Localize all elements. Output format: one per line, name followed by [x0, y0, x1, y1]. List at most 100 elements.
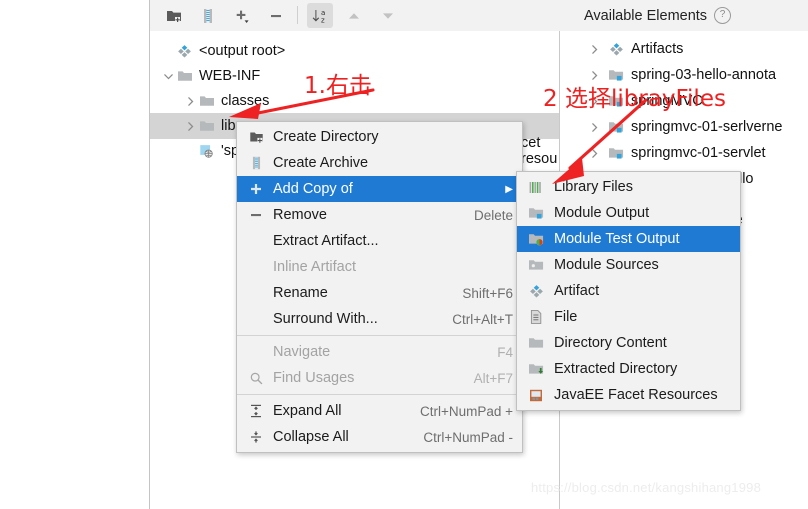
menu-item-find-usages: Find Usages Alt+F7	[237, 365, 522, 391]
avail-row-artifacts[interactable]: Artifacts	[560, 36, 808, 62]
menu-item-label: Inline Artifact	[273, 259, 357, 275]
avail-row-springmvc-01-servlet[interactable]: springmvc-01-servlet	[560, 140, 808, 166]
menu-item-accel: Ctrl+NumPad +	[419, 403, 513, 419]
tree-label: Artifacts	[631, 41, 684, 57]
help-icon[interactable]: ?	[714, 7, 732, 24]
tree-label: lib	[221, 118, 236, 134]
collapse-all-icon	[246, 429, 266, 445]
submenu-item-label: Module Sources	[554, 257, 659, 273]
menu-item-extract-artifact[interactable]: Extract Artifact...	[237, 228, 522, 254]
folder-icon	[176, 68, 193, 85]
menu-item-add-copy-of[interactable]: Add Copy of ▶	[237, 176, 522, 202]
chevron-right-icon[interactable]	[586, 145, 602, 161]
submenu-item-label: Library Files	[554, 179, 633, 195]
annotation-step-1: 1.右击	[304, 73, 372, 99]
menu-item-label: Find Usages	[273, 370, 355, 386]
module-sources-icon	[526, 258, 546, 273]
extracted-directory-icon	[526, 362, 546, 377]
submenu-item-label: Extracted Directory	[554, 361, 678, 377]
menu-separator	[237, 394, 522, 395]
menu-item-accel: Delete	[473, 207, 513, 223]
menu-item-label: Navigate	[273, 344, 331, 360]
artifact-icon	[526, 284, 546, 299]
menu-item-accel: Ctrl+Alt+T	[452, 311, 513, 327]
no-arrow-placeholder	[182, 143, 198, 159]
submenu-item-file[interactable]: File	[517, 304, 740, 330]
menu-item-label: Create Archive	[273, 155, 369, 171]
create-archive-icon[interactable]	[195, 3, 221, 28]
tree-label: WEB-INF	[199, 68, 261, 84]
menu-item-label: Expand All	[273, 403, 342, 419]
tree-label: springmvc-01-servlet	[631, 145, 766, 161]
annotation-step-2: 2 选择librayFiles	[543, 86, 726, 112]
submenu-item-javaee-facet-resources[interactable]: JavaEE Facet Resources	[517, 382, 740, 408]
submenu-item-label: Module Output	[554, 205, 650, 221]
menu-item-accel: Ctrl+NumPad -	[423, 429, 513, 445]
menu-item-accel: Shift+F6	[462, 285, 513, 301]
chevron-right-icon[interactable]	[586, 119, 602, 135]
expand-all-icon	[246, 403, 266, 419]
available-elements-title: Available Elements	[584, 7, 708, 24]
tree-label: springmvc-01-serlverne	[631, 119, 783, 135]
available-elements-header: Available Elements ?	[560, 0, 808, 31]
menu-item-expand-all[interactable]: Expand All Ctrl+NumPad +	[237, 398, 522, 424]
submenu-item-library-files[interactable]: Library Files	[517, 174, 740, 200]
menu-item-rename[interactable]: Rename Shift+F6	[237, 280, 522, 306]
plus-icon	[246, 181, 266, 197]
submenu-item-label: JavaEE Facet Resources	[554, 387, 718, 403]
toolbar-separator	[297, 6, 298, 24]
chevron-right-icon[interactable]	[182, 93, 198, 109]
submenu-item-module-sources[interactable]: Module Sources	[517, 252, 740, 278]
add-copy-of-submenu: Library Files Module Output Module Test …	[516, 171, 741, 411]
menu-item-remove[interactable]: Remove Delete	[237, 202, 522, 228]
menu-item-label: Extract Artifact...	[273, 233, 379, 249]
menu-separator	[237, 335, 522, 336]
context-menu: Create Directory Create Archive Add Copy…	[236, 121, 523, 453]
create-directory-icon	[246, 129, 266, 145]
submenu-item-extracted-directory[interactable]: Extracted Directory	[517, 356, 740, 382]
no-arrow-placeholder	[160, 43, 176, 59]
module-output-icon	[608, 145, 625, 162]
submenu-item-artifact[interactable]: Artifact	[517, 278, 740, 304]
chevron-down-icon[interactable]	[160, 68, 176, 84]
submenu-item-label: Module Test Output	[554, 231, 680, 247]
submenu-arrow-icon: ▶	[505, 183, 513, 195]
minus-icon	[246, 207, 266, 223]
tree-label: <output root>	[199, 43, 286, 59]
move-down-icon[interactable]	[375, 3, 401, 28]
clipped-facet-resources-text: cet resou	[521, 135, 558, 167]
avail-row-springmvc-01-serlverne[interactable]: springmvc-01-serlverne	[560, 114, 808, 140]
menu-item-collapse-all[interactable]: Collapse All Ctrl+NumPad -	[237, 424, 522, 450]
menu-item-label: Rename	[273, 285, 328, 301]
menu-item-surround-with[interactable]: Surround With... Ctrl+Alt+T	[237, 306, 522, 332]
tree-label: classes	[221, 93, 270, 109]
chevron-right-icon[interactable]	[182, 118, 198, 134]
chevron-right-icon[interactable]	[586, 41, 602, 57]
artifact-icon	[608, 41, 625, 58]
move-up-icon[interactable]	[341, 3, 367, 28]
menu-item-create-archive[interactable]: Create Archive	[237, 150, 522, 176]
add-icon[interactable]	[229, 3, 255, 28]
menu-item-label: Add Copy of	[273, 181, 353, 197]
remove-icon[interactable]	[263, 3, 289, 28]
submenu-item-label: Artifact	[554, 283, 600, 299]
menu-item-create-directory[interactable]: Create Directory	[237, 124, 522, 150]
sort-alphabetically-icon[interactable]: a z	[307, 3, 333, 28]
submenu-item-label: Directory Content	[554, 335, 667, 351]
submenu-item-module-output[interactable]: Module Output	[517, 200, 740, 226]
submenu-item-module-test-output[interactable]: Module Test Output	[517, 226, 740, 252]
submenu-item-label: File	[554, 309, 578, 325]
create-directory-icon[interactable]	[161, 3, 187, 28]
create-archive-icon	[246, 155, 266, 171]
left-gutter	[0, 0, 150, 509]
menu-item-navigate: Navigate F4	[237, 339, 522, 365]
folder-icon	[198, 93, 215, 110]
facet-resources-icon	[198, 143, 215, 160]
submenu-item-directory-content[interactable]: Directory Content	[517, 330, 740, 356]
menu-item-label: Surround With...	[273, 311, 378, 327]
menu-item-accel: Alt+F7	[473, 370, 513, 386]
menu-item-label: Create Directory	[273, 129, 379, 145]
menu-item-accel: F4	[497, 344, 513, 360]
tree-row-output-root[interactable]: <output root>	[150, 38, 559, 64]
menu-item-label: Remove	[273, 207, 327, 223]
